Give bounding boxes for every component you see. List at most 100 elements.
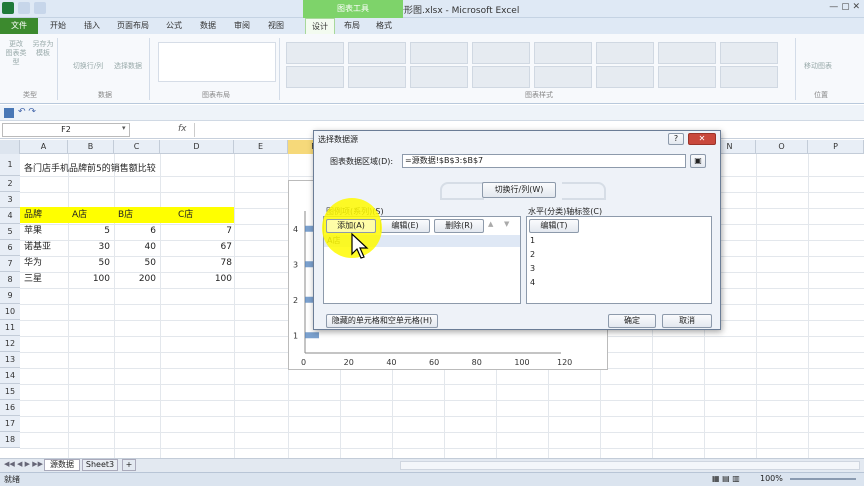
data-cell[interactable]: 100: [68, 271, 112, 287]
chart-style-15[interactable]: [658, 66, 716, 88]
switch-row-column-ribbon-button[interactable]: 切换行/列: [68, 62, 108, 71]
column-header-o[interactable]: O: [756, 140, 808, 154]
view-buttons[interactable]: ▦ ▤ ▥: [712, 474, 740, 483]
row-header-18[interactable]: 18: [0, 432, 20, 448]
chart-style-13[interactable]: [534, 66, 592, 88]
column-header-b[interactable]: B: [68, 140, 114, 154]
chart-style-14[interactable]: [596, 66, 654, 88]
chart-style-9[interactable]: [286, 66, 344, 88]
tab-format[interactable]: 格式: [370, 18, 398, 34]
delete-series-button[interactable]: 删除(R): [434, 219, 484, 233]
collapse-range-icon[interactable]: ▣: [690, 154, 706, 168]
cell-d3[interactable]: C店: [178, 207, 218, 223]
row-header-15[interactable]: 15: [0, 384, 20, 400]
undo-icon[interactable]: [34, 2, 46, 14]
chart-style-1[interactable]: [286, 42, 344, 64]
column-header-a[interactable]: A: [20, 140, 68, 154]
row-header-13[interactable]: 13: [0, 352, 20, 368]
row-header-3[interactable]: 3: [0, 192, 20, 208]
tab-design[interactable]: 设计: [305, 18, 335, 34]
row-header-6[interactable]: 6: [0, 240, 20, 256]
add-series-button-highlighted[interactable]: 添加(A): [326, 219, 376, 233]
tab-review[interactable]: 审阅: [228, 18, 256, 34]
chart-style-3[interactable]: [410, 42, 468, 64]
row-header-8[interactable]: 8: [0, 272, 20, 288]
data-cell[interactable]: 30: [68, 239, 112, 255]
sheet-title-cell[interactable]: 各门店手机品牌前5的销售额比较: [24, 161, 224, 177]
insert-sheet-icon[interactable]: +: [122, 459, 136, 471]
row-header-12[interactable]: 12: [0, 336, 20, 352]
chart-style-11[interactable]: [410, 66, 468, 88]
ok-button[interactable]: 确定: [608, 314, 656, 328]
sheet-nav-icon[interactable]: ◀◀ ◀ ▶ ▶▶: [4, 460, 43, 468]
data-cell[interactable]: 苹果: [24, 223, 68, 239]
fx-icon[interactable]: fx: [178, 124, 187, 134]
hidden-empty-cells-button[interactable]: 隐藏的单元格和空单元格(H): [326, 314, 438, 328]
data-cell[interactable]: 40: [114, 239, 158, 255]
data-cell[interactable]: 50: [68, 255, 112, 271]
chart-style-5[interactable]: [534, 42, 592, 64]
chart-style-4[interactable]: [472, 42, 530, 64]
horizontal-scrollbar[interactable]: [400, 461, 860, 470]
chart-style-12[interactable]: [472, 66, 530, 88]
move-chart-button[interactable]: 移动图表: [800, 62, 836, 71]
axis-label-item[interactable]: 3: [530, 264, 535, 273]
row-header-1[interactable]: 1: [0, 154, 20, 176]
row-header-17[interactable]: 17: [0, 416, 20, 432]
row-header-4[interactable]: 4: [0, 208, 20, 224]
save-as-template-button[interactable]: 另存为 模板: [30, 40, 56, 84]
move-down-icon[interactable]: ▼: [504, 220, 509, 228]
chart-style-8[interactable]: [720, 42, 778, 64]
axis-label-item[interactable]: 1: [530, 236, 535, 245]
row-header-16[interactable]: 16: [0, 400, 20, 416]
cell-a3[interactable]: 品牌: [24, 207, 68, 223]
tab-view[interactable]: 视图: [262, 18, 290, 34]
column-header-e[interactable]: E: [234, 140, 288, 154]
cell-b3[interactable]: A店: [72, 207, 112, 223]
chart-layout-gallery[interactable]: [158, 42, 276, 82]
row-header-11[interactable]: 11: [0, 320, 20, 336]
data-cell[interactable]: 100: [160, 271, 234, 287]
tab-formulas[interactable]: 公式: [160, 18, 188, 34]
tab-layout[interactable]: 布局: [338, 18, 366, 34]
row-header-9[interactable]: 9: [0, 288, 20, 304]
tab-insert[interactable]: 插入: [78, 18, 106, 34]
sheet-tab-sheet3[interactable]: Sheet3: [82, 459, 118, 471]
select-all-corner[interactable]: [0, 140, 20, 154]
tab-home[interactable]: 开始: [44, 18, 72, 34]
row-header-7[interactable]: 7: [0, 256, 20, 272]
name-box[interactable]: F2: [2, 123, 130, 137]
column-header-c[interactable]: C: [114, 140, 160, 154]
chart-style-10[interactable]: [348, 66, 406, 88]
axis-label-item[interactable]: 2: [530, 250, 535, 259]
zoom-level[interactable]: 100%: [760, 474, 783, 483]
data-cell[interactable]: 诺基亚: [24, 239, 68, 255]
axis-label-item[interactable]: 4: [530, 278, 535, 287]
data-cell[interactable]: 50: [114, 255, 158, 271]
move-up-icon[interactable]: ▲: [488, 220, 493, 228]
row-header-10[interactable]: 10: [0, 304, 20, 320]
select-data-ribbon-button[interactable]: 选择数据: [110, 62, 146, 71]
window-controls[interactable]: — ▢ ✕: [800, 2, 860, 15]
column-header-p[interactable]: P: [808, 140, 864, 154]
chart-style-7[interactable]: [658, 42, 716, 64]
edit-axis-labels-button[interactable]: 编辑(T): [529, 219, 579, 233]
data-cell[interactable]: 三星: [24, 271, 68, 287]
undo-redo-icon[interactable]: ↶ ↷: [18, 107, 36, 117]
chart-style-16[interactable]: [720, 66, 778, 88]
save-icon[interactable]: [18, 2, 30, 14]
chart-style-6[interactable]: [596, 42, 654, 64]
chart-style-2[interactable]: [348, 42, 406, 64]
tab-page-layout[interactable]: 页面布局: [112, 18, 154, 34]
save-icon-quick[interactable]: [4, 108, 14, 118]
edit-series-button[interactable]: 编辑(E): [380, 219, 430, 233]
data-cell[interactable]: 67: [160, 239, 234, 255]
row-header-5[interactable]: 5: [0, 224, 20, 240]
switch-row-column-button[interactable]: 切换行/列(W): [482, 182, 556, 198]
sheet-tab-source[interactable]: 源数据: [44, 459, 80, 471]
data-cell[interactable]: 6: [114, 223, 158, 239]
zoom-slider[interactable]: [790, 478, 856, 480]
data-cell[interactable]: 78: [160, 255, 234, 271]
close-dialog-button[interactable]: ✕: [688, 133, 716, 145]
tab-file[interactable]: 文件: [0, 18, 38, 34]
